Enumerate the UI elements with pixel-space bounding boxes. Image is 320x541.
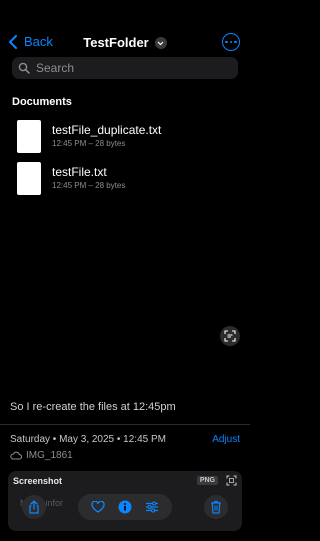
image-name: IMG_1861 — [26, 450, 73, 461]
search-placeholder: Search — [36, 61, 75, 75]
folder-title-menu[interactable]: TestFolder — [0, 34, 250, 52]
cloud-icon — [10, 451, 22, 460]
chevron-down-icon — [154, 37, 167, 49]
ellipsis-icon — [225, 40, 228, 44]
file-item[interactable]: testFile_duplicate.txt 12:45 PM – 28 byt… — [17, 120, 237, 154]
search-input[interactable]: Search — [12, 57, 238, 79]
info-button[interactable] — [118, 500, 132, 514]
live-text-button[interactable] — [220, 326, 240, 346]
info-icon — [118, 500, 132, 514]
adjust-button[interactable]: Adjust — [212, 434, 240, 445]
panel-title: Screenshot — [13, 476, 63, 486]
navigation-bar: Back TestFolder — [0, 33, 250, 54]
sliders-icon — [146, 501, 159, 513]
photo-date: Saturday • May 3, 2025 • 12:45 PM — [10, 434, 166, 445]
file-name: testFile_duplicate.txt — [52, 123, 162, 137]
photo-caption[interactable]: So I re-create the files at 12:45pm — [10, 401, 176, 413]
heart-icon — [91, 501, 105, 513]
format-badge: PNG — [196, 476, 218, 485]
favorite-button[interactable] — [91, 501, 105, 513]
share-icon — [29, 500, 39, 514]
image-name-row: IMG_1861 — [10, 450, 73, 461]
text-scan-icon — [224, 330, 236, 342]
more-options-button[interactable] — [222, 33, 240, 51]
delete-button[interactable] — [204, 495, 228, 519]
adjust-filters-button[interactable] — [145, 501, 159, 513]
divider — [0, 424, 250, 425]
document-thumbnail — [17, 120, 41, 153]
file-meta: 12:45 PM – 28 bytes — [52, 181, 126, 190]
file-name: testFile.txt — [52, 165, 107, 179]
trash-icon — [211, 500, 221, 514]
file-meta: 12:45 PM – 28 bytes — [52, 139, 126, 148]
search-icon — [18, 62, 30, 74]
photo-toolbar — [78, 494, 172, 520]
document-thumbnail — [17, 162, 41, 195]
page-title: TestFolder — [83, 35, 149, 50]
screenshot-icon — [226, 475, 237, 486]
share-button[interactable] — [22, 495, 46, 519]
file-item[interactable]: testFile.txt 12:45 PM – 28 bytes — [17, 162, 237, 196]
section-title: Documents — [12, 96, 72, 108]
